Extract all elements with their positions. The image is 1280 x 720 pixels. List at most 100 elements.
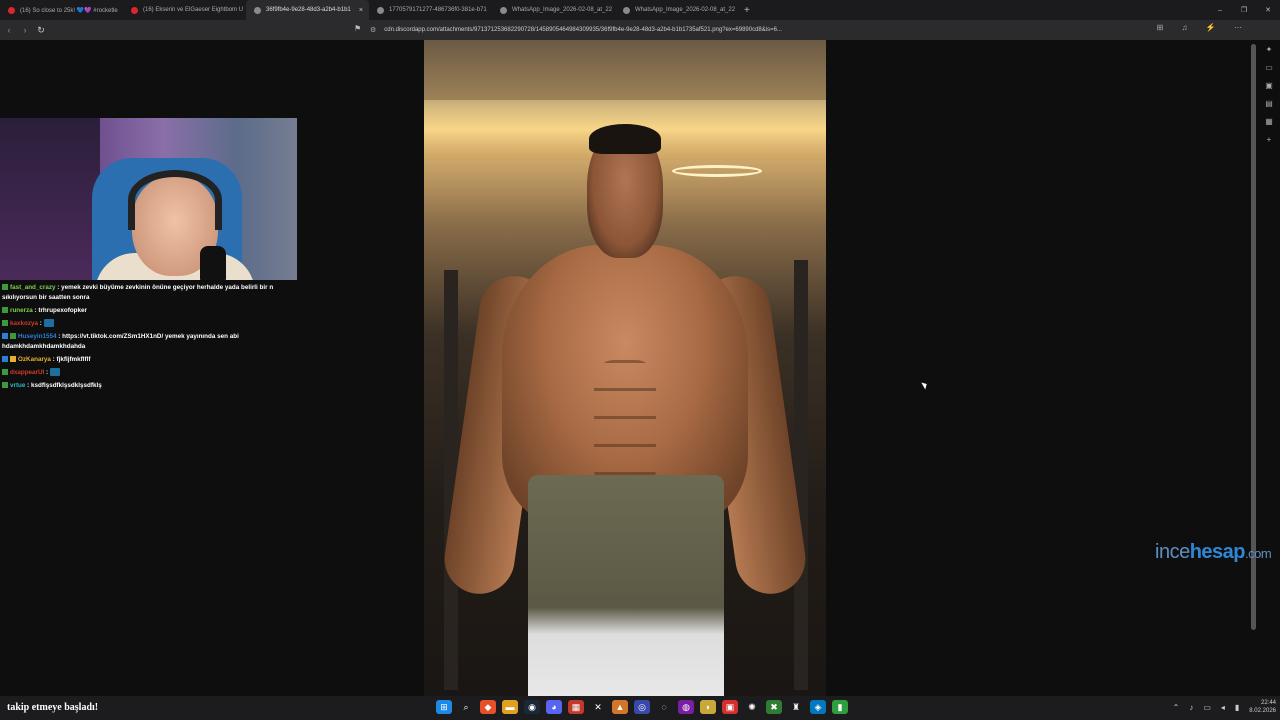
chat-message: Huseyin1554 : https://vt.tiktok.com/ZSm1… <box>2 332 292 352</box>
site-info-icon[interactable]: ⚙ <box>370 26 376 34</box>
app-icon[interactable]: ✕ <box>590 700 606 714</box>
browser-tab[interactable]: WhatsApp_Image_2026-02-08_at_22 <box>615 0 738 20</box>
chat-text: : <box>38 320 44 327</box>
sidebar-bookmarks-icon[interactable]: ▦ <box>1265 117 1273 135</box>
forward-button[interactable]: › <box>18 25 32 35</box>
app-icon[interactable]: ▦ <box>568 700 584 714</box>
follow-alert: takip etmeye başladı! <box>4 702 98 713</box>
tab-title: 36f9fb4e-9e28-48d3-a2b4-b1b1 <box>266 7 351 13</box>
chat-message: dxappearUI : <box>2 368 292 378</box>
minimize-button[interactable]: – <box>1208 7 1232 14</box>
youtube-icon <box>8 6 15 14</box>
image-viewer <box>424 40 826 696</box>
network-icon[interactable]: ▭ <box>1203 703 1211 712</box>
badge-icon <box>2 320 8 326</box>
chat-message: fast_and_crazy : yemek zevki büyüme zevk… <box>2 283 292 303</box>
chat-username: Huseyin1554 <box>18 333 57 340</box>
gym-rack <box>794 260 808 690</box>
badge-icon <box>2 382 8 388</box>
globe-icon <box>500 6 507 14</box>
app-icon[interactable]: ▣ <box>722 700 738 714</box>
chatgpt-icon[interactable]: ✺ <box>744 700 760 714</box>
chat-message: vrtue : ksdflşsdfklşsdklşsdfklş <box>2 381 292 391</box>
new-tab-button[interactable]: + <box>744 5 750 16</box>
discord-icon[interactable]: ◕ <box>546 700 562 714</box>
browser-tab[interactable]: (16) Ekserin ve ElGaeser Eightbom U <box>123 0 246 20</box>
brave-icon[interactable]: ◆ <box>480 700 496 714</box>
badge-icon <box>2 333 8 339</box>
watermark-part: .com <box>1245 546 1272 561</box>
browser-tab[interactable]: 1770579171277-486736f0-381e-b71 <box>369 0 492 20</box>
sidebar-reading-icon[interactable]: ▤ <box>1265 99 1273 117</box>
headphones <box>128 170 222 230</box>
badge-icon <box>2 369 8 375</box>
restore-button[interactable]: ❐ <box>1232 6 1256 14</box>
browser-tab[interactable]: WhatsApp_Image_2026-02-08_at_22 <box>492 0 615 20</box>
browser-tab[interactable]: (16) So close to 25k! 💙💜 #rocketle <box>0 0 123 20</box>
url-field[interactable]: ⚙ cdn.discordapp.com/attachments/9713712… <box>370 23 912 37</box>
mouse-cursor <box>921 380 929 390</box>
tab-title: WhatsApp_Image_2026-02-08_at_22 <box>512 7 613 13</box>
chat-message: runerza : trhrupexofopker <box>2 306 292 316</box>
youtube-icon <box>131 6 138 14</box>
tab-title: (16) So close to 25k! 💙💜 #rocketle <box>20 7 118 14</box>
tab-title: WhatsApp_Image_2026-02-08_at_22 <box>635 7 736 13</box>
windows-start-icon[interactable]: ⊞ <box>436 700 452 714</box>
back-button[interactable]: ‹ <box>2 25 16 35</box>
badge-icon <box>2 356 8 362</box>
tab-title: (16) Ekserin ve ElGaeser Eightbom U <box>143 7 244 13</box>
chat-username: dxappearUI <box>10 369 45 376</box>
microphone-icon[interactable]: ♪ <box>1189 703 1193 712</box>
chat-username: runerza <box>10 307 33 314</box>
shelf <box>0 118 100 280</box>
sidebar-ai-icon[interactable]: ✦ <box>1266 45 1273 63</box>
sidebar-wallet-icon[interactable]: ▭ <box>1265 63 1273 81</box>
volume-icon[interactable]: ◂ <box>1221 703 1225 712</box>
app-icon[interactable]: ▲ <box>612 700 628 714</box>
app-icon[interactable]: ◗ <box>700 700 716 714</box>
chat-text: : fjkfljfmkflflf <box>50 356 91 363</box>
close-tab-icon[interactable]: × <box>359 7 363 14</box>
globe-icon <box>623 6 630 14</box>
app-icon[interactable]: ◍ <box>678 700 694 714</box>
window-controls: – ❐ ✕ <box>1208 0 1280 20</box>
badge-icon <box>10 356 16 362</box>
battery-icon[interactable]: ▮ <box>1235 703 1239 712</box>
toolbar-icons[interactable]: ⊞ ♫ ⚡ ⋯ <box>1157 23 1250 32</box>
file-explorer-icon[interactable]: ▬ <box>502 700 518 714</box>
tab-bar: (16) So close to 25k! 💙💜 #rocketle (16) … <box>0 0 1280 20</box>
steam-icon[interactable]: ◉ <box>524 700 540 714</box>
chevron-up-icon[interactable]: ⌃ <box>1173 703 1180 712</box>
emote-icon <box>43 319 54 327</box>
badge-icon <box>2 284 8 290</box>
url-text: cdn.discordapp.com/attachments/971371253… <box>384 27 782 33</box>
search-icon[interactable]: ⌕ <box>458 700 474 714</box>
badge-icon <box>2 307 8 313</box>
app-icon[interactable]: ✖ <box>766 700 782 714</box>
app-icon[interactable]: ♜ <box>788 700 804 714</box>
chat-text: : trhrupexofopker <box>32 307 87 314</box>
browser-tab-active[interactable]: 36f9fb4e-9e28-48d3-a2b4-b1b1 × <box>246 0 369 20</box>
date: 8.02.2026 <box>1249 708 1276 714</box>
app-icon[interactable]: ▮ <box>832 700 848 714</box>
emote-icon <box>49 368 60 376</box>
chat-text: : ksdflşsdfklşsdklşsdfklş <box>25 382 102 389</box>
system-tray: ⌃ ♪ ▭ ◂ ▮ 22:44 8.02.2026 <box>1173 699 1276 715</box>
taskbar: takip etmeye başladı! ⊞ ⌕ ◆ ▬ ◉ ◕ ▦ ✕ ▲ … <box>0 696 1280 720</box>
watermark-logo: incehesap.com <box>1155 541 1272 564</box>
address-bar: ‹ › ↻ ⚑ ⚙ cdn.discordapp.com/attachments… <box>0 20 1280 40</box>
person-abs <box>594 360 656 490</box>
globe-icon <box>254 6 261 14</box>
chat-overlay: fast_and_crazy : yemek zevki büyüme zevk… <box>2 283 292 394</box>
app-icon[interactable]: ◈ <box>810 700 826 714</box>
app-icon[interactable]: ◌ <box>656 700 672 714</box>
sidebar-add-icon[interactable]: + <box>1267 135 1272 153</box>
sidebar-history-icon[interactable]: ▣ <box>1265 81 1273 99</box>
app-icon[interactable]: ◎ <box>634 700 650 714</box>
tab-title: 1770579171277-486736f0-381e-b71 <box>389 7 487 13</box>
clock[interactable]: 22:44 8.02.2026 <box>1249 699 1276 715</box>
close-window-button[interactable]: ✕ <box>1256 6 1280 14</box>
chat-username: kaxkozya <box>10 320 39 327</box>
reload-button[interactable]: ↻ <box>34 25 48 36</box>
bookmark-icon[interactable]: ⚑ <box>354 24 361 33</box>
